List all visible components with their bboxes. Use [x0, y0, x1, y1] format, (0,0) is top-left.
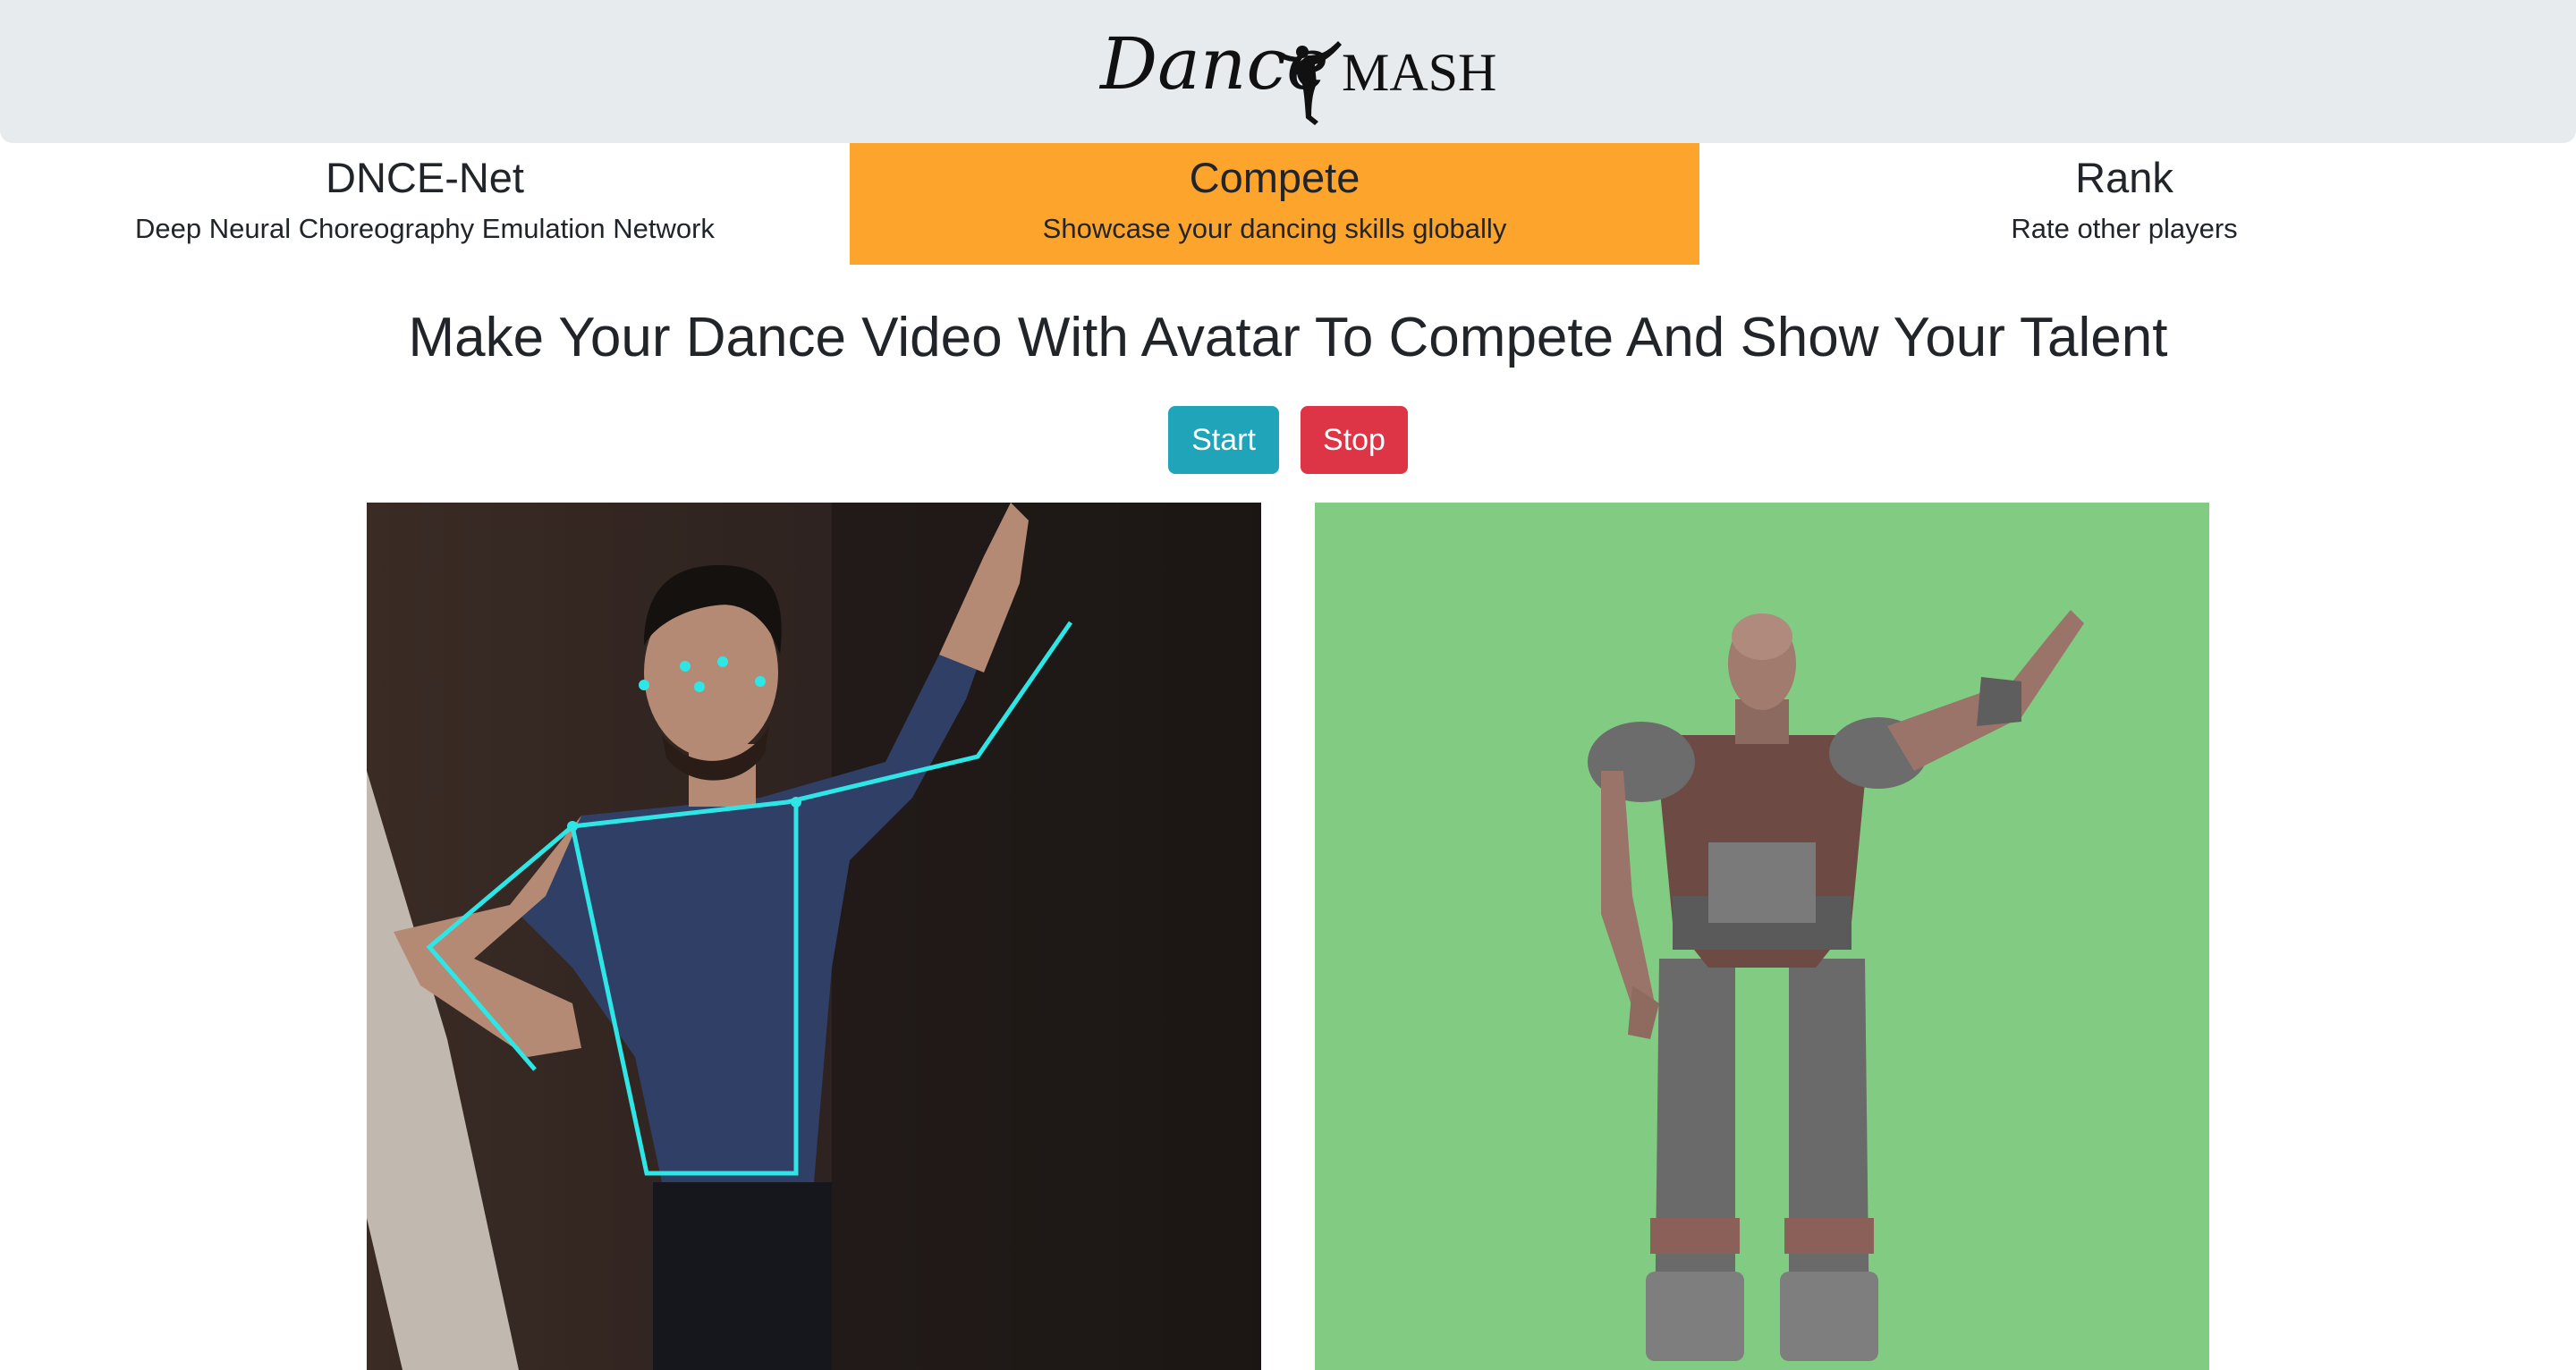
nav-tab-subtitle: Showcase your dancing skills globally: [1042, 213, 1507, 244]
nav-tab-title: Rank: [2075, 154, 2174, 201]
page-headline: Make Your Dance Video With Avatar To Com…: [408, 307, 2168, 368]
site-header: Dance MASH: [0, 0, 2576, 143]
start-button[interactable]: Start: [1168, 406, 1279, 474]
webcam-scene: [367, 503, 1261, 1370]
webcam-feed: [367, 503, 1261, 1370]
nav-tab-compete[interactable]: Compete Showcase your dancing skills glo…: [850, 143, 1699, 265]
nav-tab-subtitle: Rate other players: [2011, 213, 2238, 244]
nav-tab-dnce-net[interactable]: DNCE-Net Deep Neural Choreography Emulat…: [0, 143, 850, 265]
dancemash-logo[interactable]: Dance MASH: [1100, 20, 1496, 125]
dancer-silhouette-icon: [1277, 41, 1342, 125]
wall-shadow: [832, 503, 1261, 1370]
nav-tab-title: Compete: [1189, 154, 1360, 201]
logo-word-mash: MASH: [1342, 43, 1497, 102]
nav-tab-rank[interactable]: Rank Rate other players: [1699, 143, 2549, 265]
avatar-figure: [1588, 610, 2084, 1361]
avatar-view: [1315, 503, 2209, 1370]
nav-tab-subtitle: Deep Neural Choreography Emulation Netwo…: [135, 213, 715, 244]
stop-button[interactable]: Stop: [1301, 406, 1408, 474]
nav-tab-title: DNCE-Net: [326, 154, 524, 201]
